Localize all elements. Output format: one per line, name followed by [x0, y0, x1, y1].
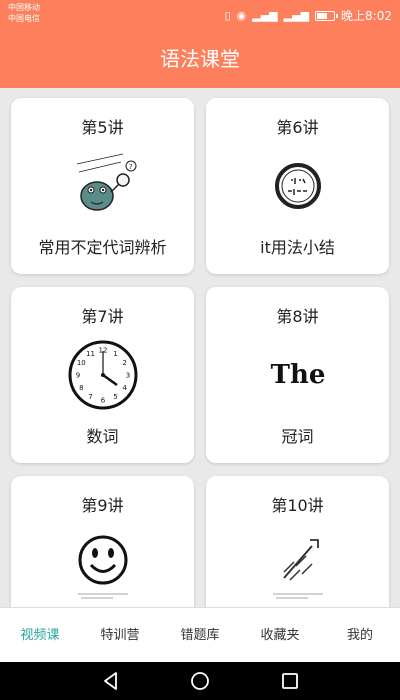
status-indicators: ▯ ◉ ▂▄▆ ▂▄▆ 晚上8:02 [225, 7, 392, 24]
tab-video-course[interactable]: 视频课 [0, 608, 80, 662]
battery-icon [315, 10, 339, 21]
lecture-card-10[interactable]: 第10讲 [206, 476, 389, 607]
carrier-1: 中国移动 [8, 3, 40, 12]
tab-label: 特训营 [100, 628, 140, 643]
svg-text:?: ? [129, 163, 133, 171]
lecture-title: 常用不定代词辨析 [38, 238, 167, 257]
signal-icon: ▂▄▆ [252, 9, 278, 22]
lecture-number: 第7讲 [81, 307, 124, 326]
clock-numeral: 10 [76, 359, 85, 367]
clock-numeral: 1 [113, 350, 117, 358]
clock: 晚上8:02 [341, 9, 392, 23]
signal-icon-2: ▂▄▆ [283, 9, 310, 22]
page-title: 语法课堂 [160, 47, 240, 71]
clock-numeral: 7 [88, 393, 92, 401]
lecture-number: 第10讲 [271, 496, 324, 515]
clock-numeral: 5 [113, 393, 117, 401]
tab-label: 我的 [346, 628, 373, 643]
recents-icon[interactable] [279, 670, 301, 692]
smiley-face-illustration [77, 535, 128, 599]
lecture-number: 第5讲 [81, 118, 124, 137]
clock-numeral: 2 [122, 359, 126, 367]
lecture-card-5[interactable]: 第5讲 ? 常用不定代词辨析 [11, 98, 194, 274]
lecture-card-7[interactable]: 第7讲 1 2 3 4 5 6 7 8 9 10 11 12 数词 [11, 287, 194, 463]
lecture-card-9[interactable]: 第9讲 [11, 476, 194, 607]
clock-numeral: 8 [79, 384, 83, 392]
vibrate-icon: ▯ [224, 9, 231, 22]
the-word-art: The [270, 360, 325, 390]
lecture-card-6[interactable]: 第6讲 it用法小结 [206, 98, 389, 274]
carrier-info: 中国移动 中国电信 [8, 2, 40, 24]
lecture-title: 数词 [86, 427, 119, 446]
the-word-art-text: The [270, 360, 325, 390]
back-icon[interactable] [100, 670, 122, 692]
clock-numeral: 11 [86, 350, 95, 358]
eye-icon: ◉ [236, 9, 247, 22]
carrier-2: 中国电信 [8, 14, 40, 23]
lecture-number: 第9讲 [81, 496, 124, 515]
battery-fill [317, 12, 327, 19]
clock-numeral: 4 [122, 384, 127, 392]
lecture-card-8[interactable]: 第8讲 The 冠词 [206, 287, 389, 463]
home-icon[interactable] [189, 670, 211, 692]
tab-profile[interactable]: 我的 [320, 608, 400, 662]
lecture-number: 第8讲 [276, 307, 319, 326]
lecture-number: 第6讲 [276, 118, 319, 137]
broken-chain-illustration [272, 539, 323, 599]
clock-illustration: 1234567891011 12 [68, 340, 137, 410]
tab-label: 错题库 [180, 628, 220, 643]
clock-numeral: 9 [75, 372, 79, 380]
app-header: 语法课堂 [0, 30, 400, 88]
looking-for-something-illustration: ? [76, 153, 136, 211]
clock-numeral: 6 [100, 397, 105, 405]
status-bar: 中国移动 中国电信 ▯ ◉ ▂▄▆ ▂▄▆ 晚上8:02 [0, 0, 400, 30]
tab-mistake-bank[interactable]: 错题库 [160, 608, 240, 662]
lecture-title: it用法小结 [260, 238, 335, 257]
tab-label: 收藏夹 [260, 628, 300, 643]
tab-favorites[interactable]: 收藏夹 [240, 608, 320, 662]
its-free-stamp [274, 163, 321, 209]
tab-training-camp[interactable]: 特训营 [80, 608, 160, 662]
clock-numeral: 3 [125, 372, 129, 380]
lecture-title: 冠词 [281, 427, 314, 446]
bottom-nav: 视频课 特训营 错题库 收藏夹 我的 [0, 607, 400, 662]
system-nav-bar [0, 662, 400, 700]
lecture-grid: 第5讲 ? 常用不定代词辨析 第6讲 it用法小结 第7讲 1 2 3 4 5 … [0, 88, 400, 607]
tab-label: 视频课 [20, 628, 60, 643]
